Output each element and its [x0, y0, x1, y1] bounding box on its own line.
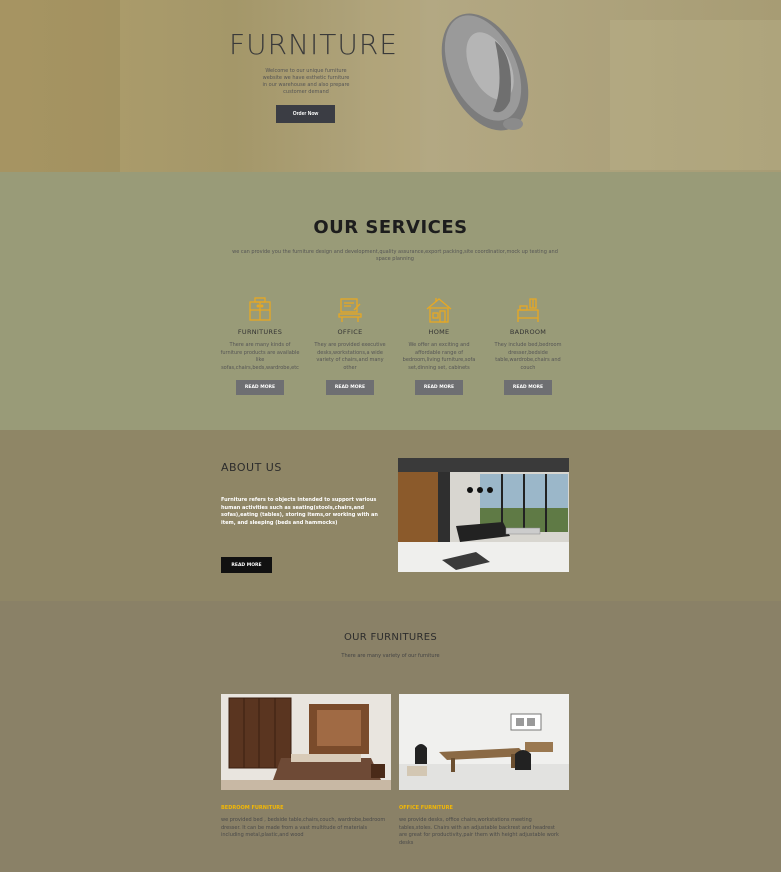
living-room-image: [398, 458, 569, 572]
read-more-button[interactable]: READ MORE: [415, 380, 463, 395]
services-title: OUR SERVICES: [313, 217, 468, 238]
hero-title: FURNITURE: [229, 28, 399, 61]
service-name: BADROOM: [509, 328, 547, 336]
service-description: We offer an exciting and affordable rang…: [402, 342, 476, 371]
read-more-button[interactable]: READ MORE: [326, 380, 374, 395]
service-description: They are provided executive desks,workst…: [314, 342, 386, 371]
service-name: OFFICE: [337, 328, 363, 336]
hero-description: Welcome to our unique furniture website …: [262, 68, 350, 95]
service-card-furnitures: FURNITURES There are many kinds of furni…: [220, 296, 300, 395]
card-description: we provided bed , bedside table,chairs,c…: [221, 817, 386, 838]
about-title: ABOUT US: [221, 461, 282, 474]
service-card-badroom: BADROOM They include bed,bedroom dresser…: [488, 296, 568, 395]
office-desk-icon: [338, 298, 362, 322]
service-name: FURNITURES: [237, 328, 283, 336]
order-now-button[interactable]: Order Now: [276, 105, 335, 123]
hero-section: FURNITURE Welcome to our unique furnitur…: [0, 0, 781, 172]
bedroom-furniture-image: [221, 694, 391, 790]
about-section: ABOUT US Furniture refers to objects int…: [0, 430, 781, 601]
furnitures-title: OUR FURNITURES: [343, 632, 437, 643]
services-section: OUR SERVICES we can provide you the furn…: [0, 172, 781, 430]
service-card-office: OFFICE They are provided executive desks…: [310, 296, 390, 395]
office-furniture-image: [399, 694, 569, 790]
services-intro: we can provide you the furniture design …: [232, 249, 558, 262]
bedroom-cabinet-icon: [249, 297, 271, 321]
service-description: There are many kinds of furniture produc…: [220, 342, 300, 371]
about-text: Furniture refers to objects intended to …: [221, 497, 378, 526]
service-name: HOME: [428, 328, 450, 336]
read-more-button[interactable]: READ MORE: [504, 380, 552, 395]
home-furniture-icon: [426, 298, 452, 323]
round-sofa-image: [441, 13, 529, 131]
furnitures-section: OUR FURNITURES There are many variety of…: [0, 601, 781, 872]
service-card-home: HOME We offer an exciting and affordable…: [399, 296, 479, 395]
furniture-card-bedroom: BEDROOM FURNITURE we provided bed , beds…: [221, 694, 391, 840]
card-title: OFFICE FURNITURE: [399, 805, 453, 811]
bedroom-icon: [517, 298, 539, 322]
furniture-card-office: OFFICE FURNITURE we provide desks, offic…: [399, 694, 569, 847]
card-title: BEDROOM FURNITURE: [221, 805, 284, 811]
card-description: we provide desks, office chairs,workstat…: [399, 817, 559, 846]
about-read-more-button[interactable]: READ MORE: [221, 557, 272, 573]
read-more-button[interactable]: READ MORE: [236, 380, 284, 395]
service-description: They include bed,bedroom dresser,bedside…: [494, 342, 562, 371]
furnitures-subtitle: There are many variety of our furniture: [341, 653, 440, 659]
